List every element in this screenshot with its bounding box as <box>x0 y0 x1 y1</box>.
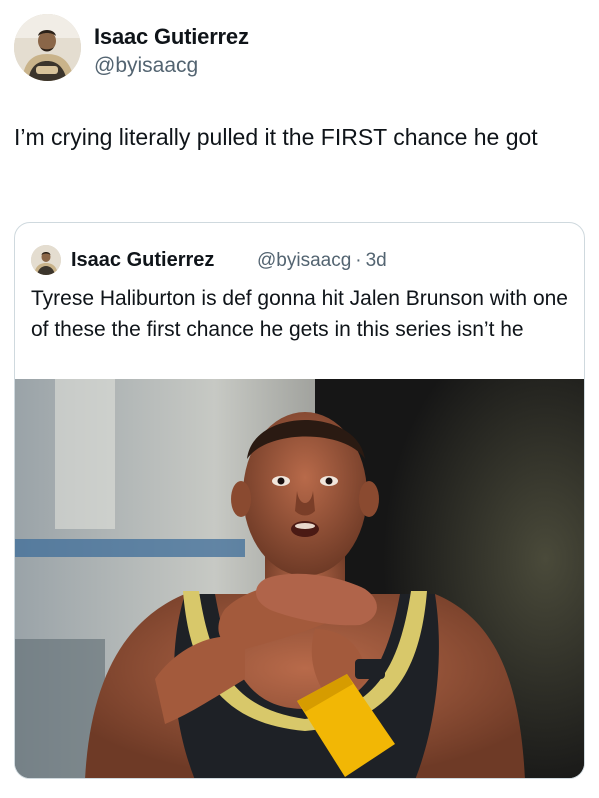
quoted-tweet-header: Isaac Gutierrez @byisaacg · 3d <box>31 245 571 275</box>
avatar[interactable] <box>14 14 81 81</box>
basketball-player-photo <box>15 379 584 778</box>
avatar-image <box>14 14 81 81</box>
quoted-avatar[interactable] <box>31 245 61 275</box>
tweet-text: I’m crying literally pulled it the FIRST… <box>14 124 538 150</box>
quoted-avatar-image <box>31 245 61 275</box>
quoted-timestamp[interactable]: 3d <box>366 250 387 272</box>
author-handle[interactable]: @byisaacg <box>94 54 198 78</box>
quoted-tweet-text: Tyrese Haliburton is def gonna hit Jalen… <box>31 287 568 341</box>
quoted-media-photo[interactable] <box>15 379 584 778</box>
tweet: Isaac Gutierrez @byisaacg I’m crying lit… <box>0 0 599 798</box>
author-name[interactable]: Isaac Gutierrez <box>94 24 249 50</box>
meta-separator: · <box>355 250 362 271</box>
quoted-tweet-card[interactable]: Isaac Gutierrez @byisaacg · 3d Tyrese Hali… <box>14 222 585 779</box>
quoted-author-handle[interactable]: @byisaacg <box>257 250 351 272</box>
quoted-author-name[interactable]: Isaac Gutierrez <box>71 249 214 272</box>
quoted-meta: @byisaacg · 3d <box>257 250 387 272</box>
tweet-author[interactable]: Isaac Gutierrez @byisaacg <box>14 14 574 82</box>
